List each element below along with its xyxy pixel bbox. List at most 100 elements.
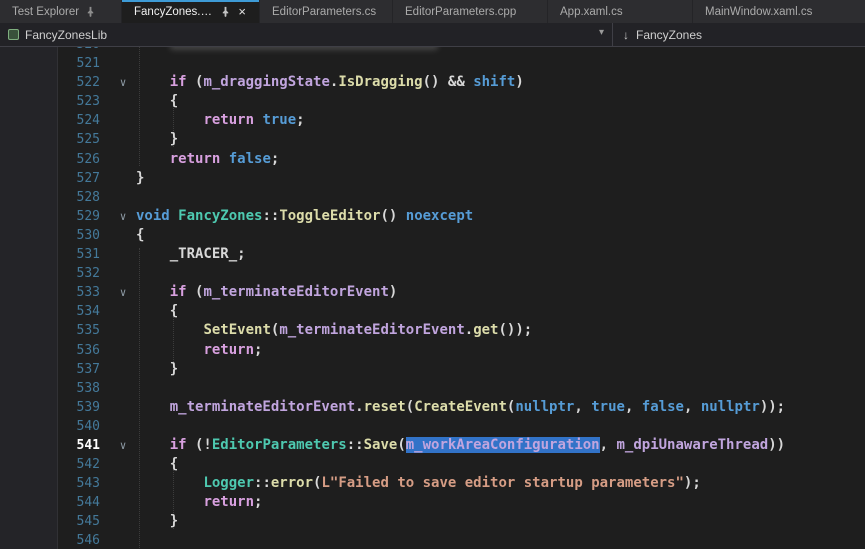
fold-margin: [110, 341, 136, 360]
code-line[interactable]: }: [136, 360, 178, 379]
code-line[interactable]: return;: [136, 493, 262, 512]
code-token: if: [170, 74, 187, 90]
editor-row: 525 }: [0, 130, 865, 149]
code-token: m_draggingState: [203, 74, 329, 90]
fold-margin: [110, 360, 136, 379]
code-token: ,: [625, 399, 642, 415]
code-line[interactable]: {: [136, 226, 144, 245]
code-line[interactable]: m_terminateEditorEvent.reset(CreateEvent…: [136, 398, 785, 417]
code-token: Save: [364, 437, 398, 453]
document-tab-bar: Test Explorer FancyZones.cpp × EditorPar…: [0, 0, 865, 23]
code-line[interactable]: }: [136, 512, 178, 531]
tab-label: Test Explorer: [12, 6, 79, 18]
tab-fancyzones-cpp[interactable]: FancyZones.cpp ×: [122, 0, 260, 23]
code-token: ,: [574, 399, 591, 415]
code-token: get: [473, 322, 498, 338]
tab-editorparameters-cpp[interactable]: EditorParameters.cpp: [393, 0, 548, 23]
fold-margin: [110, 47, 136, 54]
editor-row: 528: [0, 188, 865, 207]
code-token: FancyZones: [178, 208, 262, 224]
tab-label: EditorParameters.cs: [272, 6, 376, 18]
scope-name: FancyZones: [636, 28, 702, 42]
editor-row: 540: [0, 417, 865, 436]
redacted-code: [170, 47, 438, 50]
code-token: }: [170, 361, 178, 377]
code-editor[interactable]: 520 521522∨ if (m_draggingState.IsDraggi…: [0, 47, 865, 549]
line-number: 527: [0, 169, 110, 188]
editor-row: 545 }: [0, 512, 865, 531]
code-line[interactable]: }: [136, 130, 178, 149]
project-dropdown[interactable]: FancyZonesLib ▾: [0, 23, 612, 46]
editor-row: 536 return;: [0, 341, 865, 360]
code-token: if: [170, 284, 187, 300]
code-token: ::: [347, 437, 364, 453]
tab-mainwindow-xaml-cs[interactable]: MainWindow.xaml.cs: [693, 0, 865, 23]
code-token: false: [642, 399, 684, 415]
code-token: false: [229, 151, 271, 167]
selected-word-highlight: m_workAreaConfiguration: [406, 437, 600, 453]
fold-margin: [110, 512, 136, 531]
code-line[interactable]: void FancyZones::ToggleEditor() noexcept: [136, 207, 473, 226]
code-token: {: [170, 93, 178, 109]
editor-row: 543 Logger::error(L"Failed to save edito…: [0, 474, 865, 493]
code-token: Logger: [203, 475, 254, 491]
tab-test-explorer[interactable]: Test Explorer: [0, 0, 122, 23]
editor-row: 534 {: [0, 302, 865, 321]
editor-row: 524 return true;: [0, 111, 865, 130]
editor-row: 530{: [0, 226, 865, 245]
scope-dropdown[interactable]: ↓ FancyZones: [613, 23, 865, 46]
fold-margin: [110, 302, 136, 321]
code-token: nullptr: [701, 399, 760, 415]
code-token: return: [170, 151, 229, 167]
pin-icon[interactable]: [85, 6, 96, 17]
code-token: .: [465, 322, 473, 338]
line-number: 525: [0, 130, 110, 149]
code-token: m_dpiUnawareThread: [616, 437, 768, 453]
line-number: 522: [0, 73, 110, 92]
pin-icon[interactable]: [220, 6, 231, 17]
tab-label: EditorParameters.cpp: [405, 6, 516, 18]
tab-editorparameters-cs[interactable]: EditorParameters.cs: [260, 0, 393, 23]
line-number: 523: [0, 92, 110, 111]
code-token: IsDragging: [338, 74, 422, 90]
tab-app-xaml-cs[interactable]: App.xaml.cs: [548, 0, 693, 23]
editor-row: 544 return;: [0, 493, 865, 512]
line-number: 546: [0, 531, 110, 549]
code-line[interactable]: {: [136, 92, 178, 111]
code-line[interactable]: return;: [136, 341, 262, 360]
editor-row: 529∨void FancyZones::ToggleEditor() noex…: [0, 207, 865, 226]
code-line[interactable]: {: [136, 302, 178, 321]
close-icon[interactable]: ×: [237, 5, 247, 18]
code-token: if: [170, 437, 187, 453]
fold-margin: [110, 398, 136, 417]
code-token: ToggleEditor: [279, 208, 380, 224]
fold-margin: [110, 455, 136, 474]
chevron-down-icon[interactable]: ∨: [110, 436, 136, 455]
fold-margin: [110, 531, 136, 549]
code-line[interactable]: }: [136, 169, 144, 188]
line-number: 526: [0, 150, 110, 169]
code-token: (: [406, 399, 414, 415]
chevron-down-icon[interactable]: ∨: [110, 283, 136, 302]
chevron-down-icon[interactable]: ∨: [110, 207, 136, 226]
code-token: &&: [448, 74, 473, 90]
project-name: FancyZonesLib: [25, 28, 107, 42]
code-line[interactable]: SetEvent(m_terminateEditorEvent.get());: [136, 321, 532, 340]
code-token: true: [591, 399, 625, 415]
code-line[interactable]: return false;: [136, 150, 279, 169]
code-line[interactable]: if (m_terminateEditorEvent): [136, 283, 397, 302]
code-line[interactable]: {: [136, 455, 178, 474]
code-token: ;: [254, 342, 262, 358]
code-line[interactable]: _TRACER_;: [136, 245, 246, 264]
code-line[interactable]: [136, 47, 438, 54]
code-token: ;: [254, 494, 262, 510]
code-line[interactable]: if (!EditorParameters::Save(m_workAreaCo…: [136, 436, 785, 455]
fold-margin: [110, 321, 136, 340]
code-line[interactable]: if (m_draggingState.IsDragging() && shif…: [136, 73, 524, 92]
fold-margin: [110, 474, 136, 493]
line-number: 544: [0, 493, 110, 512]
code-line[interactable]: Logger::error(L"Failed to save editor st…: [136, 474, 701, 493]
code-token: {: [170, 303, 178, 319]
code-line[interactable]: return true;: [136, 111, 305, 130]
chevron-down-icon[interactable]: ∨: [110, 73, 136, 92]
